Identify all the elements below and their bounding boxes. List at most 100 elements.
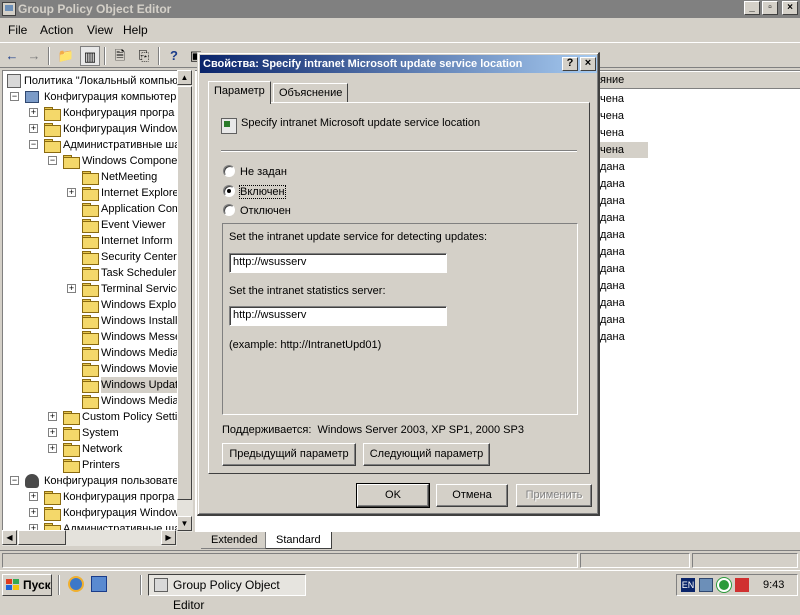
setting-state-cell[interactable]: дана: [600, 329, 648, 345]
back-arrow-icon[interactable]: ←: [2, 46, 22, 66]
setting-state-cell[interactable]: чена: [600, 108, 648, 124]
show-tree-icon[interactable]: ▥: [80, 46, 100, 66]
start-button[interactable]: Пуск: [2, 574, 52, 596]
radio-disabled[interactable]: [223, 204, 235, 216]
collapse-icon[interactable]: −: [48, 156, 57, 165]
tree-item[interactable]: + Internet Explore: [3, 185, 178, 201]
collapse-icon[interactable]: −: [10, 92, 19, 101]
tab-explanation[interactable]: Объяснение: [273, 83, 349, 103]
update-icon[interactable]: [717, 578, 731, 592]
menu-help[interactable]: Help: [123, 23, 148, 37]
tree-item[interactable]: + Конфигурация Window: [3, 121, 178, 137]
expand-icon[interactable]: +: [48, 428, 57, 437]
taskbar-gpo-editor-button[interactable]: Group Policy Object Editor: [148, 574, 306, 612]
radio-not-configured-label[interactable]: Не задан: [240, 166, 287, 178]
hscroll-thumb[interactable]: [18, 530, 66, 545]
setting-state-cell[interactable]: дана: [600, 159, 648, 175]
expand-icon[interactable]: +: [48, 412, 57, 421]
tree-item[interactable]: − Конфигурация компьютер: [3, 89, 178, 105]
scroll-right-icon[interactable]: ▶: [161, 530, 176, 545]
expand-icon[interactable]: +: [29, 508, 38, 517]
collapse-icon[interactable]: −: [29, 140, 38, 149]
dialog-title-bar[interactable]: Свойства: Specify intranet Microsoft upd…: [200, 55, 597, 73]
tree-item[interactable]: Windows Movie: [3, 361, 178, 377]
expand-icon[interactable]: +: [67, 284, 76, 293]
tree-item[interactable]: Windows Media: [3, 345, 178, 361]
tree-item[interactable]: − Конфигурация пользовате: [3, 473, 178, 489]
statistics-server-input[interactable]: http://wsusserv: [229, 306, 447, 326]
tree-item[interactable]: − Административные ша: [3, 137, 178, 153]
tree-vertical-scrollbar[interactable]: ▲ ▼: [177, 70, 193, 532]
tree-item[interactable]: + Конфигурация програ: [3, 105, 178, 121]
tree-item[interactable]: Printers: [3, 457, 178, 473]
tree-item[interactable]: + Конфигурация Window: [3, 505, 178, 521]
setting-state-cell[interactable]: чена: [600, 91, 648, 107]
scroll-up-icon[interactable]: ▲: [177, 70, 192, 85]
radio-disabled-label[interactable]: Отключен: [240, 205, 291, 217]
tree-item[interactable]: + Конфигурация програ: [3, 489, 178, 505]
window-title-bar[interactable]: Group Policy Object Editor _ ▫ ×: [0, 0, 800, 18]
tab-extended[interactable]: Extended: [201, 532, 268, 549]
tree-item[interactable]: Windows Messe: [3, 329, 178, 345]
radio-enabled-label[interactable]: Включен: [239, 185, 286, 199]
minimize-button[interactable]: _: [744, 1, 760, 15]
tab-standard[interactable]: Standard: [265, 532, 332, 549]
menu-action[interactable]: Action: [40, 23, 73, 37]
ie-icon[interactable]: [68, 576, 84, 592]
tree-item[interactable]: Task Scheduler: [3, 265, 178, 281]
scroll-down-icon[interactable]: ▼: [177, 516, 192, 531]
setting-state-cell[interactable]: дана: [600, 261, 648, 277]
help-icon[interactable]: ?: [164, 46, 184, 66]
tree-item[interactable]: Windows Media: [3, 393, 178, 409]
tree-item[interactable]: NetMeeting: [3, 169, 178, 185]
setting-state-cell[interactable]: чена: [600, 142, 648, 158]
tree-item[interactable]: Event Viewer: [3, 217, 178, 233]
close-button[interactable]: ×: [782, 1, 798, 15]
tree-item[interactable]: Internet Inform: [3, 233, 178, 249]
tree-item[interactable]: − Windows Componer: [3, 153, 178, 169]
setting-state-cell[interactable]: дана: [600, 295, 648, 311]
setting-state-cell[interactable]: дана: [600, 193, 648, 209]
expand-icon[interactable]: +: [29, 492, 38, 501]
restore-button[interactable]: ▫: [762, 1, 778, 15]
tree-item[interactable]: Windows Explor: [3, 297, 178, 313]
scroll-left-icon[interactable]: ◀: [2, 530, 17, 545]
tree-item[interactable]: Windows Install: [3, 313, 178, 329]
outlook-express-icon[interactable]: [91, 576, 107, 592]
scroll-thumb[interactable]: [177, 86, 192, 500]
properties-icon[interactable]: 🗎: [110, 46, 130, 66]
setting-state-cell[interactable]: дана: [600, 278, 648, 294]
radio-not-configured[interactable]: [223, 165, 235, 177]
tab-parameter[interactable]: Параметр: [208, 81, 271, 104]
setting-state-cell[interactable]: дана: [600, 227, 648, 243]
dialog-help-button[interactable]: ?: [562, 57, 578, 71]
ok-button[interactable]: OK: [356, 483, 430, 508]
next-setting-button[interactable]: Следующий параметр: [363, 443, 490, 466]
tree-item[interactable]: + System: [3, 425, 178, 441]
setting-state-cell[interactable]: дана: [600, 312, 648, 328]
up-folder-icon[interactable]: 📁: [56, 46, 76, 66]
expand-icon[interactable]: +: [29, 108, 38, 117]
security-alert-icon[interactable]: [735, 578, 749, 592]
column-header-state[interactable]: яние: [595, 71, 800, 89]
forward-arrow-icon[interactable]: →: [24, 46, 44, 66]
setting-state-cell[interactable]: дана: [600, 244, 648, 260]
tree-item[interactable]: + Terminal Service: [3, 281, 178, 297]
apply-button[interactable]: Применить: [516, 484, 592, 507]
previous-setting-button[interactable]: Предыдущий параметр: [222, 443, 356, 466]
cancel-button[interactable]: Отмена: [436, 484, 508, 507]
tree-item[interactable]: + Custom Policy Settir: [3, 409, 178, 425]
menu-file[interactable]: File: [8, 23, 27, 37]
expand-icon[interactable]: +: [48, 444, 57, 453]
dialog-close-button[interactable]: ×: [580, 57, 596, 71]
export-list-icon[interactable]: ⎘: [134, 46, 154, 66]
collapse-icon[interactable]: −: [10, 476, 19, 485]
tree-item[interactable]: Windows Updat: [3, 377, 178, 393]
tree-item[interactable]: Security Center: [3, 249, 178, 265]
update-service-input[interactable]: http://wsusserv: [229, 253, 447, 273]
menu-view[interactable]: View: [87, 23, 113, 37]
expand-icon[interactable]: +: [67, 188, 76, 197]
tree-horizontal-scrollbar[interactable]: ◀ ▶: [2, 530, 177, 546]
expand-icon[interactable]: +: [29, 124, 38, 133]
language-indicator[interactable]: EN: [681, 578, 695, 592]
